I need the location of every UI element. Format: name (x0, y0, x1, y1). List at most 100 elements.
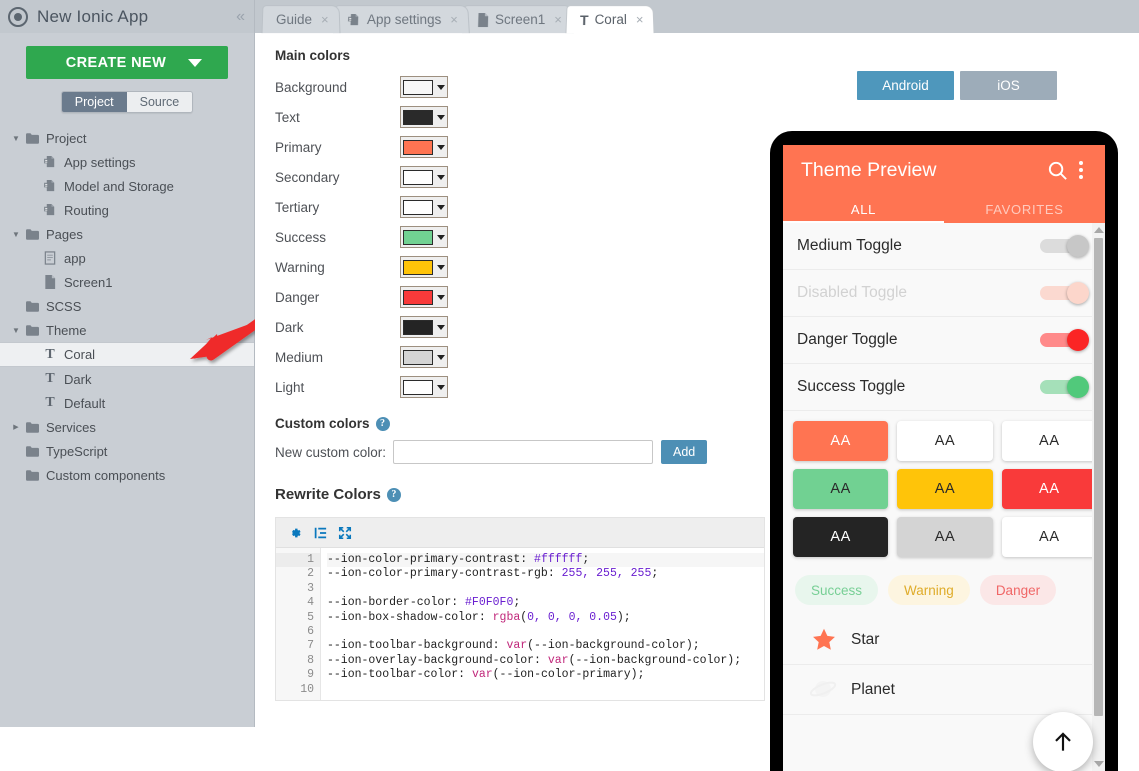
toggle-switch[interactable] (1040, 376, 1089, 398)
code-editor-body[interactable]: 1 2 3 4 5 6 7 8 9 10 --ion-color-primary-contrast… (276, 548, 764, 700)
tab-close-icon[interactable]: × (636, 12, 644, 27)
tree-item-screen1[interactable]: Screen1 (0, 270, 254, 294)
color-row-tertiary: Tertiary (275, 192, 775, 222)
tree-item-label: Dark (64, 371, 92, 387)
tree-item-default[interactable]: T Default (0, 391, 254, 415)
color-row-text: Text (275, 102, 775, 132)
chip-warning[interactable]: Warning (888, 575, 970, 605)
chevron-down-icon[interactable] (10, 134, 22, 143)
tree-item-coral[interactable]: T Coral (0, 342, 254, 367)
tab-coral[interactable]: T Coral × (565, 5, 656, 34)
tab-guide[interactable]: Guide × (261, 5, 341, 34)
project-tree: Project App settings Model and Storage Rout… (0, 126, 254, 487)
help-icon-2[interactable]: ? (386, 487, 401, 502)
create-new-label: CREATE NEW (65, 54, 167, 71)
add-custom-color-button[interactable]: Add (661, 440, 708, 464)
platform-android-button[interactable]: Android (857, 71, 954, 100)
preview-tab-all[interactable]: ALL (783, 195, 944, 223)
chevron-down-icon (437, 204, 445, 210)
chip-success[interactable]: Success (795, 575, 879, 605)
preview-button[interactable]: AA (1001, 421, 1097, 461)
create-new-button[interactable]: CREATE NEW (26, 46, 228, 79)
collapse-sidebar-icon[interactable]: « (236, 8, 245, 25)
color-picker-success[interactable] (400, 226, 448, 248)
toggle-switch[interactable] (1040, 282, 1089, 304)
preview-button[interactable]: AA (793, 469, 889, 509)
chevron-down-icon[interactable] (10, 230, 22, 239)
color-picker-secondary[interactable] (400, 166, 448, 188)
segment-source[interactable]: Source (126, 92, 193, 112)
line-number: 9 (307, 668, 314, 682)
scroll-up-icon[interactable] (1093, 227, 1104, 233)
kebab-menu-icon[interactable] (1069, 161, 1093, 179)
scroll-down-icon[interactable] (1093, 761, 1104, 767)
folder-icon (22, 300, 42, 312)
color-picker-danger[interactable] (400, 286, 448, 308)
tree-item-dark[interactable]: T Dark (0, 367, 254, 391)
preview-button[interactable]: AA (1001, 517, 1097, 557)
chevron-right-icon[interactable] (10, 423, 22, 431)
preview-scrollbar[interactable] (1092, 223, 1105, 771)
color-picker-dark[interactable] (400, 316, 448, 338)
code-text[interactable]: --ion-color-primary-contrast: #ffffff; --… (321, 548, 764, 700)
chip-danger[interactable]: Danger (979, 575, 1057, 605)
scroll-to-top-fab[interactable] (1033, 712, 1093, 771)
preview-button[interactable]: AA (897, 517, 993, 557)
tree-item-app[interactable]: app (0, 246, 254, 270)
code-line: --ion-overlay-background-color: var(--io… (327, 653, 742, 667)
icon-row-star[interactable]: Star (783, 615, 1105, 665)
color-picker-tertiary[interactable] (400, 196, 448, 218)
chevron-down-icon[interactable] (10, 326, 22, 335)
chevron-down-icon (437, 264, 445, 270)
fullscreen-icon[interactable] (338, 526, 352, 540)
scrollbar-thumb[interactable] (1094, 238, 1103, 716)
chevron-down-icon (437, 324, 445, 330)
color-label: Secondary (275, 169, 340, 185)
color-picker-primary[interactable] (400, 136, 448, 158)
preview-button[interactable]: AA (793, 421, 889, 461)
tree-item-app-settings[interactable]: App settings (0, 150, 254, 174)
tree-item-model-and-storage[interactable]: Model and Storage (0, 174, 254, 198)
preview-button[interactable]: AA (793, 517, 889, 557)
preview-button[interactable]: AA (897, 421, 993, 461)
toggle-switch[interactable] (1040, 235, 1089, 257)
tab-label: Guide (275, 12, 313, 28)
theme-t-icon: T (580, 11, 590, 28)
toggle-switch[interactable] (1040, 329, 1089, 351)
preview-button[interactable]: AA (897, 469, 993, 509)
preview-button[interactable]: AA (1001, 469, 1097, 509)
tree-item-scss[interactable]: SCSS (0, 294, 254, 318)
color-picker-medium[interactable] (400, 346, 448, 368)
tree-item-theme[interactable]: Theme (0, 318, 254, 342)
segment-project[interactable]: Project (61, 92, 127, 112)
tree-item-project[interactable]: Project (0, 126, 254, 150)
tab-app-settings[interactable]: App settings × (332, 5, 470, 34)
indent-icon[interactable] (313, 526, 327, 540)
tree-item-services[interactable]: Services (0, 415, 254, 439)
tree-item-routing[interactable]: Routing (0, 198, 254, 222)
tree-item-custom-components[interactable]: Custom components (0, 463, 254, 487)
gear-icon[interactable] (288, 526, 302, 540)
platform-ios-button[interactable]: iOS (960, 71, 1057, 100)
color-picker-warning[interactable] (400, 256, 448, 278)
color-picker-text[interactable] (400, 106, 448, 128)
tree-item-pages[interactable]: Pages (0, 222, 254, 246)
preview-tab-favorites[interactable]: FAVORITES (944, 195, 1105, 223)
icon-row-planet[interactable]: Planet (783, 665, 1105, 715)
search-icon[interactable] (1046, 159, 1069, 182)
color-picker-background[interactable] (400, 76, 448, 98)
color-label: Dark (275, 319, 304, 335)
new-custom-color-input[interactable] (393, 440, 653, 464)
folder-icon (22, 469, 42, 481)
chevron-down-icon (437, 294, 445, 300)
color-picker-light[interactable] (400, 376, 448, 398)
theme-preview-pane: Android iOS Theme Preview ALL FAVORITES … (770, 66, 1139, 771)
tab-close-icon[interactable]: × (321, 12, 329, 27)
tab-close-icon[interactable]: × (554, 12, 562, 27)
tab-screen1[interactable]: Screen1 × (461, 5, 574, 34)
help-icon[interactable]: ? (375, 416, 390, 431)
tab-close-icon[interactable]: × (450, 12, 458, 27)
tree-item-typescript[interactable]: TypeScript (0, 439, 254, 463)
